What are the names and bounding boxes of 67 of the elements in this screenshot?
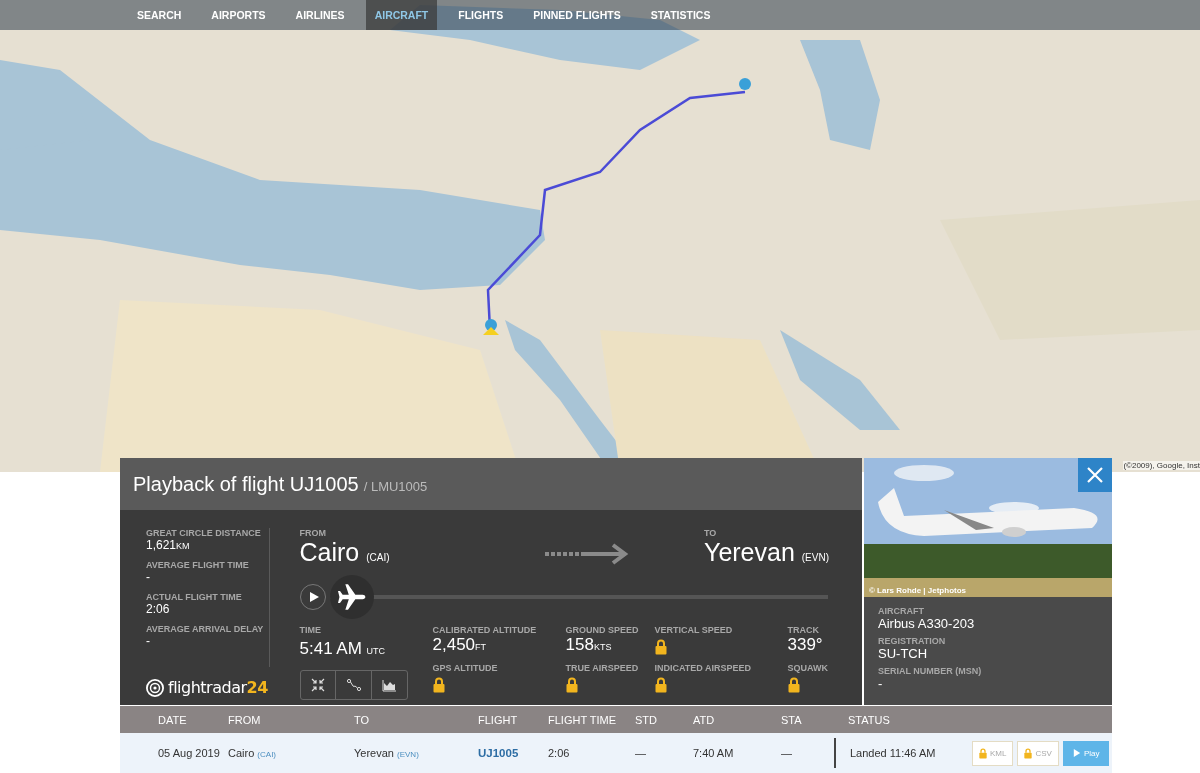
aircraft-field-label: AIRCRAFT xyxy=(878,606,925,616)
aircraft-field-value: Airbus A330-203 xyxy=(878,616,976,631)
stat-label: AVERAGE ARRIVAL DELAY xyxy=(146,624,265,634)
logo-text: flightradar24 xyxy=(168,678,268,698)
metric-value: 158KTS xyxy=(565,635,613,655)
airport-code-link[interactable]: (EVN) xyxy=(397,750,419,759)
lock-icon xyxy=(979,747,987,759)
table-cell-text: — xyxy=(634,747,647,759)
radar-icon xyxy=(146,679,164,697)
time-label: TIME xyxy=(299,625,322,635)
stat-value: 2:06 xyxy=(146,602,171,616)
table-cell-text: 7:40 AM xyxy=(692,747,735,759)
download-button[interactable]: KML xyxy=(972,740,1014,766)
to-label: TO xyxy=(704,528,718,538)
stat-value: - xyxy=(146,570,151,584)
metric-label: GROUND SPEED xyxy=(565,625,640,635)
stat-value: 1,621KM xyxy=(146,538,191,552)
play-icon xyxy=(307,591,320,603)
stat-label: ACTUAL FLIGHT TIME xyxy=(146,592,243,602)
column-header: STD xyxy=(634,713,658,726)
column-header: DATE xyxy=(157,713,188,726)
table-cell-text: — xyxy=(780,747,793,759)
origin-city: Cairo (CAI) xyxy=(299,538,391,567)
collapse-icon xyxy=(309,677,326,693)
callsign: / LMU1005 xyxy=(363,478,428,494)
time-value: 5:41 AM UTC xyxy=(299,639,387,659)
metric-value: 339° xyxy=(787,635,824,655)
metric-value: 2,450FT xyxy=(432,635,488,655)
flight-link[interactable]: UJ1005 xyxy=(478,747,519,759)
area-chart-icon xyxy=(381,677,398,693)
download-button[interactable]: CSV xyxy=(1017,740,1059,766)
play-button[interactable]: Play xyxy=(1062,740,1110,766)
from-label: FROM xyxy=(299,528,327,538)
table-cell-text: 05 Aug 2019 xyxy=(157,747,221,759)
aircraft-field-label: REGISTRATION xyxy=(878,636,947,646)
metric-label: TRUE AIRSPEED xyxy=(565,663,640,673)
table-cell: Yerevan xyxy=(354,747,394,759)
lock-icon xyxy=(1024,747,1033,759)
column-header: STATUS xyxy=(847,713,891,726)
stat-label: AVERAGE FLIGHT TIME xyxy=(146,560,250,570)
stat-label: GREAT CIRCLE DISTANCE xyxy=(146,528,262,538)
column-header: TO xyxy=(354,713,371,726)
metric-label: GPS ALTITUDE xyxy=(432,663,499,673)
aircraft-field-value: - xyxy=(878,676,884,691)
airplane-slider-handle[interactable] xyxy=(329,575,374,619)
column-header: FROM xyxy=(228,713,262,726)
metric-label: INDICATED AIRSPEED xyxy=(654,663,752,673)
aircraft-field-value: SU-TCH xyxy=(878,646,929,661)
panel-title: Playback of flight UJ1005 xyxy=(133,472,359,496)
column-header: STA xyxy=(780,713,803,726)
play-icon xyxy=(1072,749,1081,757)
table-cell-text: 2:06 xyxy=(548,747,571,759)
column-header: FLIGHT xyxy=(478,713,519,726)
metric-label: VERTICAL SPEED xyxy=(654,625,734,635)
aircraft-field-label: SERIAL NUMBER (MSN) xyxy=(878,666,983,676)
metric-label: SQUAWK xyxy=(787,663,828,673)
dashed-arrow-icon xyxy=(544,542,629,565)
column-header: FLIGHT TIME xyxy=(548,713,618,726)
destination-city: Yerevan (EVN) xyxy=(704,538,828,567)
photo-credit: © Lars Rohde | Jetphotos xyxy=(869,586,967,595)
metric-label: CALIBRATED ALTITUDE xyxy=(432,625,538,635)
airport-code-link[interactable]: (CAI) xyxy=(257,750,277,759)
stat-value: - xyxy=(146,634,151,648)
metric-label: TRACK xyxy=(787,625,820,635)
table-cell: Cairo xyxy=(228,747,255,759)
path-icon xyxy=(345,677,362,693)
column-header: ATD xyxy=(692,713,716,726)
